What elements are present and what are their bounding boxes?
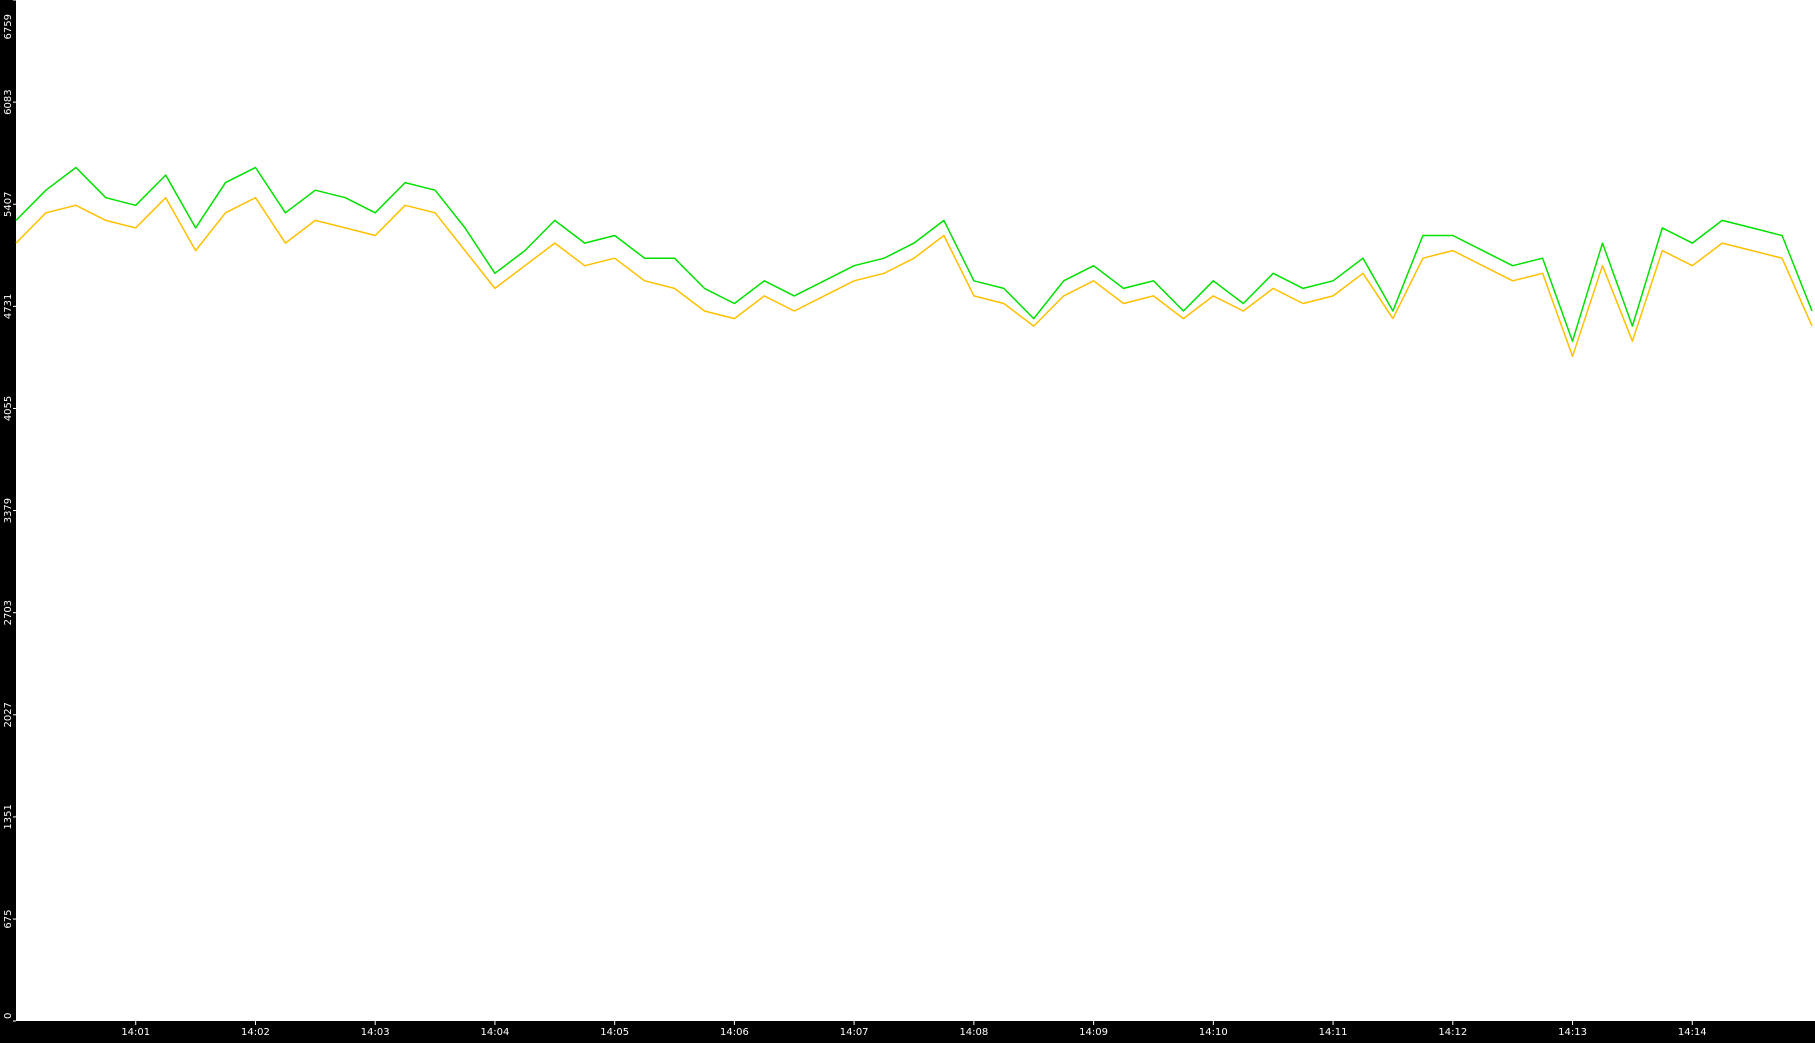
chart-container: 0 675 1351 2027 2703 3379 4055 4731 5407 6083 6759… — [0, 0, 1815, 1039]
x-tick-label: 14:05 — [600, 1027, 629, 1038]
y-tick-label: 6759 — [3, 14, 14, 39]
x-tick-label: 14:12 — [1438, 1027, 1467, 1038]
x-tick-label: 14:03 — [361, 1027, 390, 1038]
x-tick-label: 14:14 — [1678, 1027, 1707, 1038]
y-tick-label: 4731 — [3, 294, 14, 319]
y-tick-label: 3379 — [3, 498, 14, 523]
x-tick-label: 14:10 — [1199, 1027, 1228, 1038]
plot-area — [16, 0, 1815, 1021]
y-tick-label: 5407 — [3, 192, 14, 217]
x-tick-label: 14:09 — [1079, 1027, 1108, 1038]
x-tick-label: 14:02 — [241, 1027, 270, 1038]
y-tick-label: 6083 — [3, 89, 14, 114]
y-tick-label: 1351 — [3, 804, 14, 829]
y-tick-label: 2027 — [3, 702, 14, 727]
y-tick-label: 2703 — [3, 600, 14, 625]
x-tick-label: 14:06 — [720, 1027, 749, 1038]
x-tick-label: 14:01 — [121, 1027, 150, 1038]
x-tick-label: 14:07 — [840, 1027, 869, 1038]
x-tick-label: 14:04 — [481, 1027, 510, 1038]
y-tick-label: 0 — [3, 1013, 14, 1019]
y-tick-label: 675 — [3, 909, 14, 928]
line-chart: 0 675 1351 2027 2703 3379 4055 4731 5407 6083 6759… — [0, 0, 1815, 1039]
x-tick-label: 14:11 — [1319, 1027, 1348, 1038]
y-tick-label: 4055 — [3, 396, 14, 421]
x-tick-label: 14:08 — [959, 1027, 988, 1038]
x-tick-label: 14:13 — [1558, 1027, 1587, 1038]
